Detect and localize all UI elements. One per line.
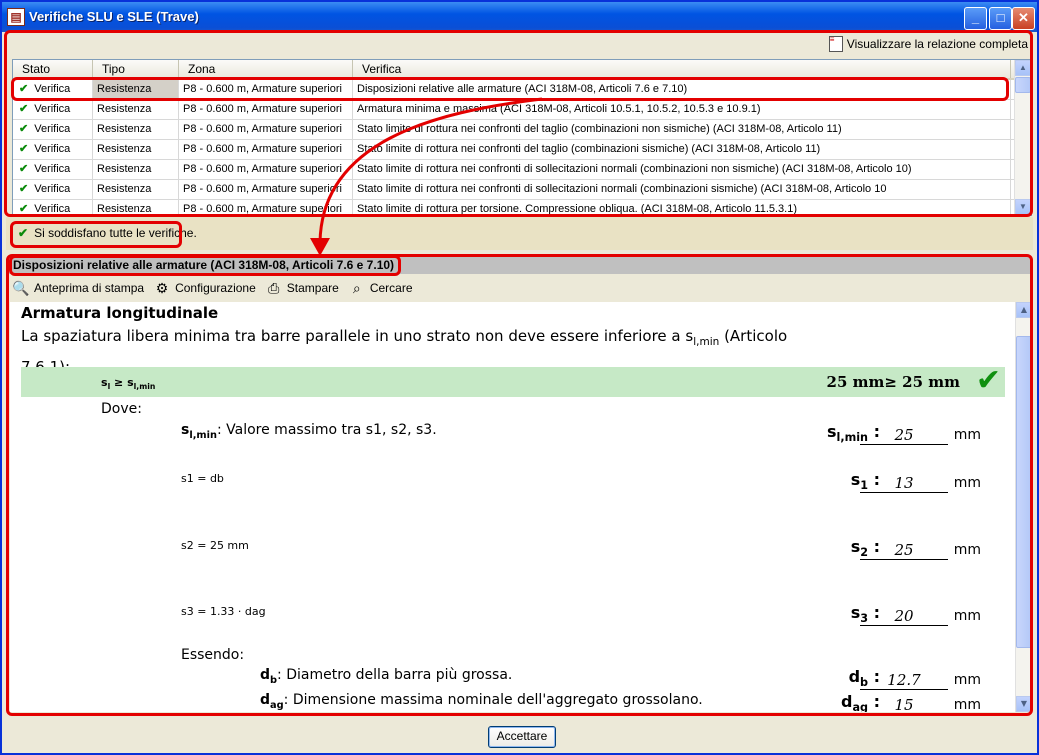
annotation-arrow: [310, 97, 543, 256]
footer-bar: Accettare: [2, 716, 1037, 753]
accept-button[interactable]: Accettare: [488, 726, 556, 748]
main-window: ▤ Verifiche SLU e SLE (Trave) _ □ ✕ ≡ Vi…: [0, 0, 1039, 755]
